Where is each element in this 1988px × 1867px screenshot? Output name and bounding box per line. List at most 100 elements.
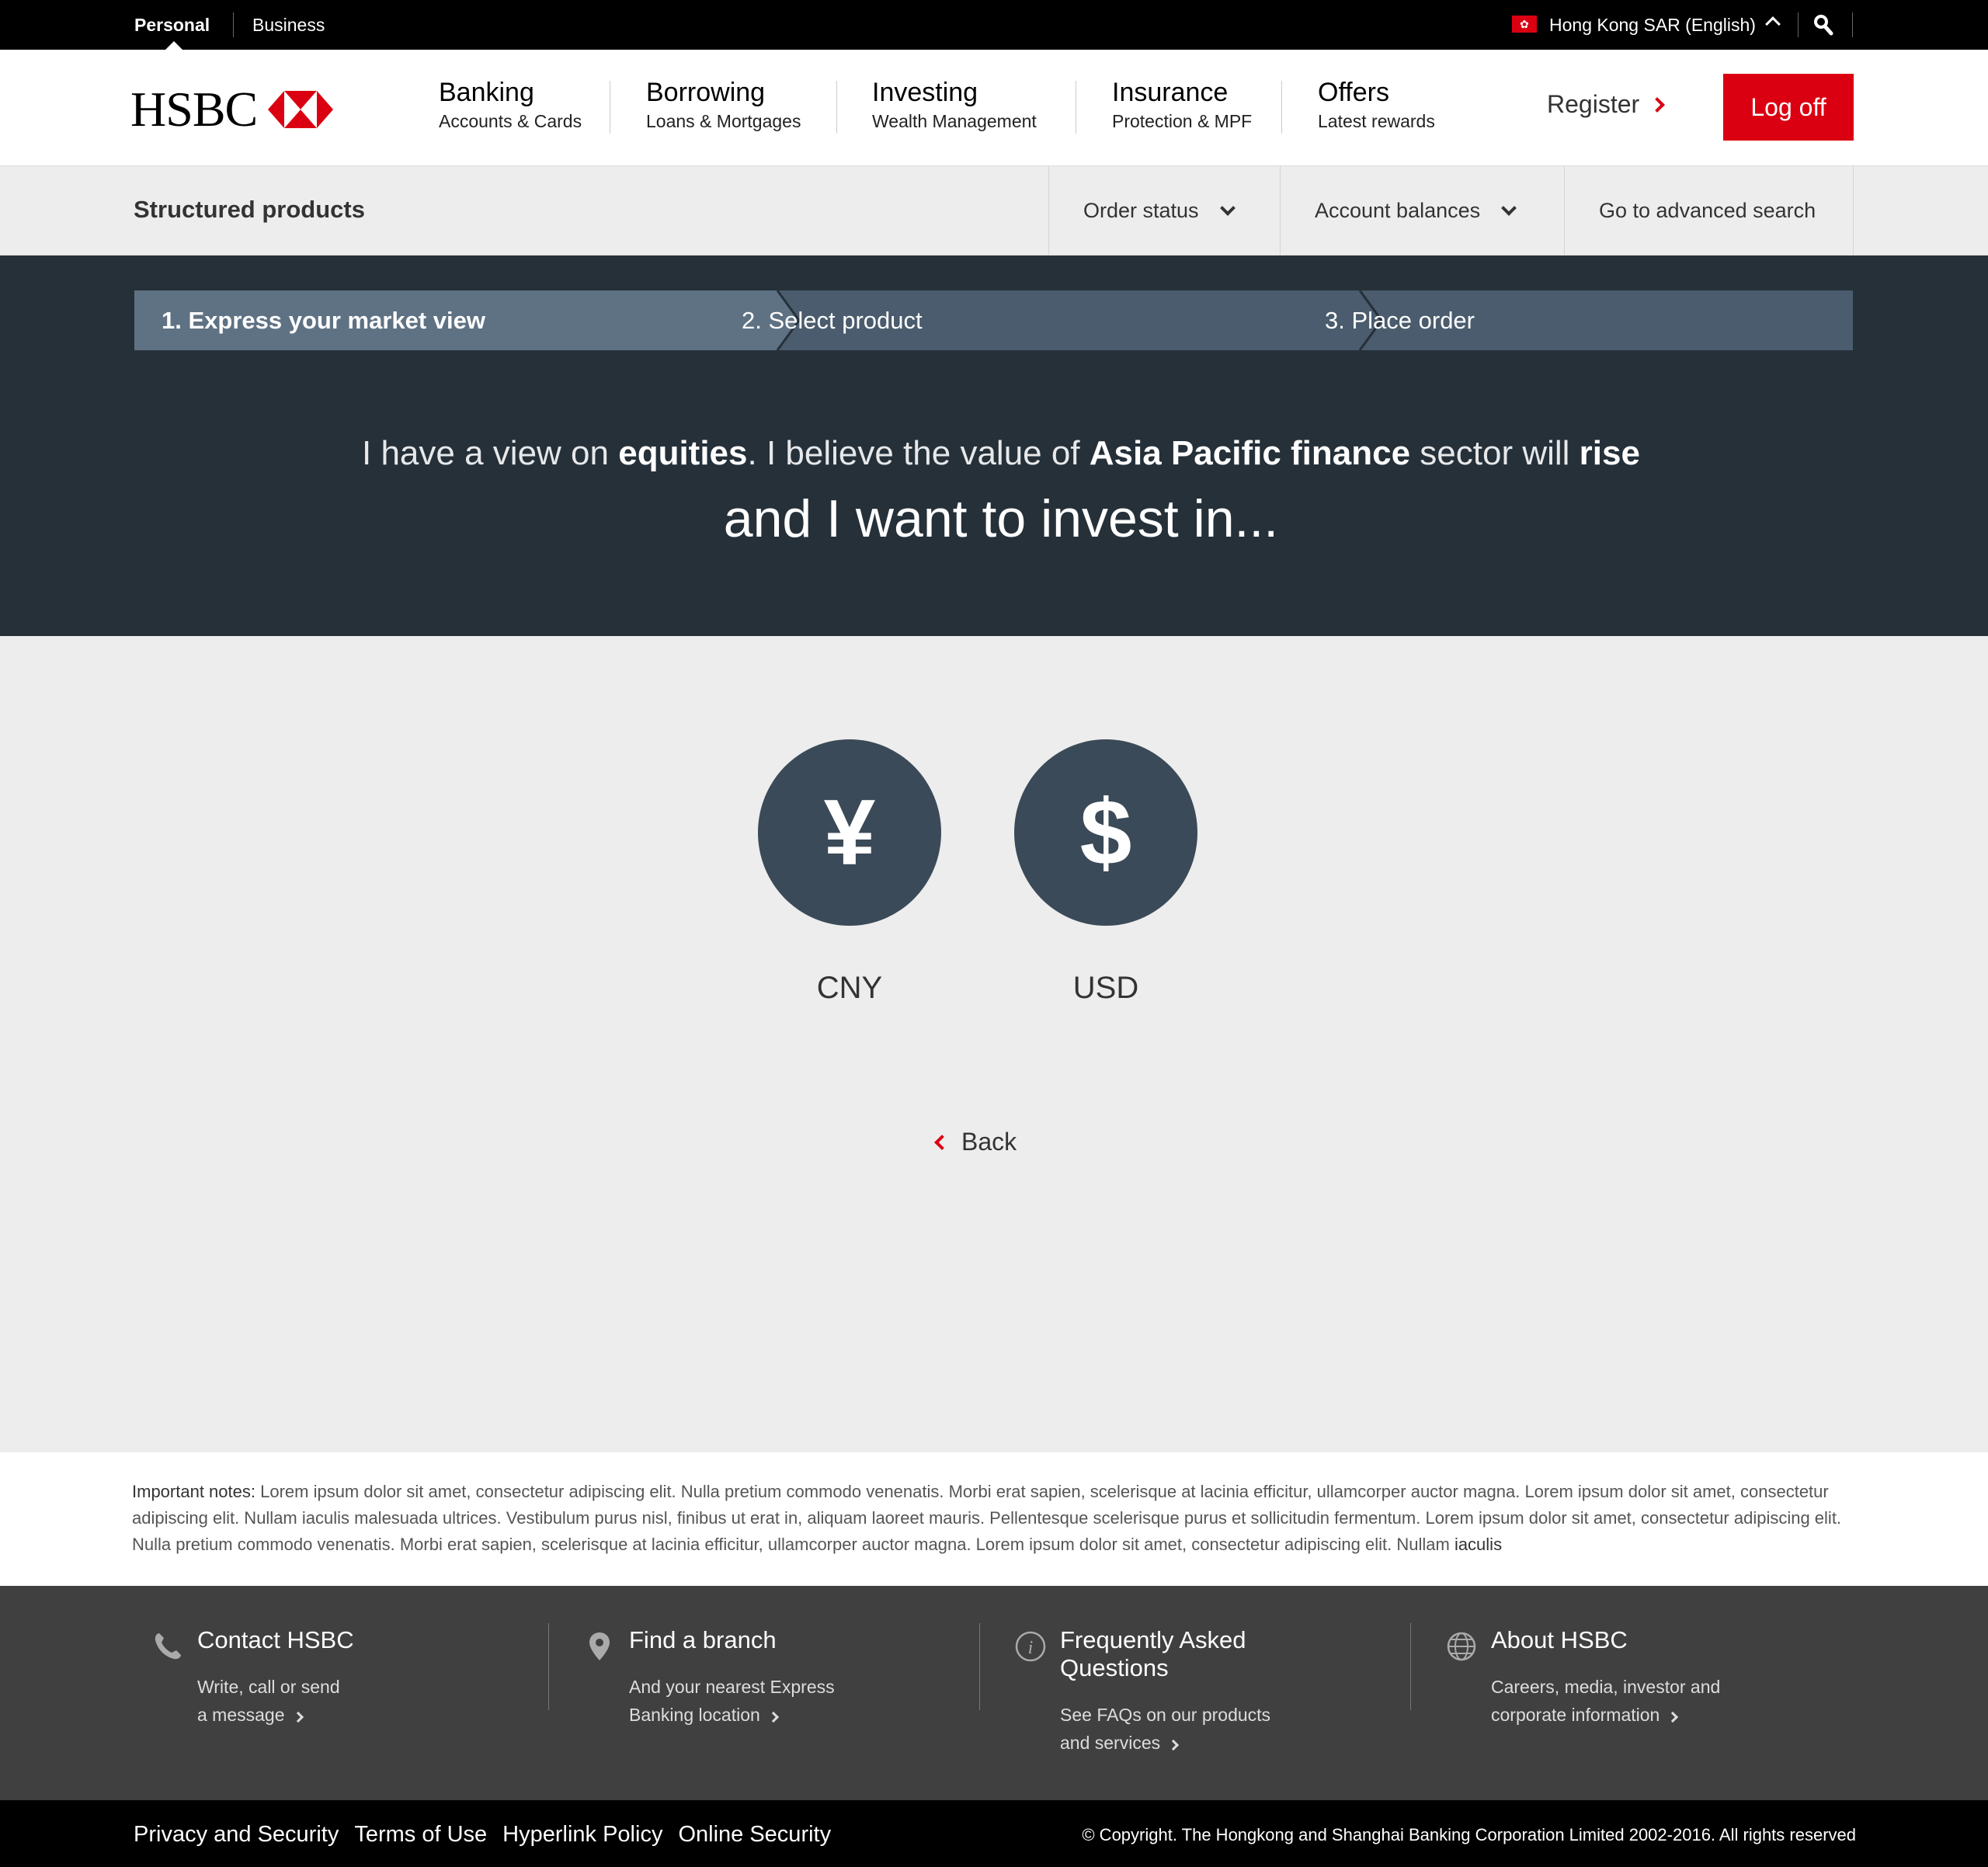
- progress-steps: 1. Express your market view 2. Select pr…: [134, 290, 1853, 350]
- notes-text-tail: iaculis: [1454, 1535, 1503, 1554]
- account-balances-label: Account balances: [1315, 199, 1481, 222]
- logo-wordmark: HSBC: [130, 82, 258, 137]
- divider: [1410, 1623, 1411, 1710]
- info-icon: i: [1015, 1631, 1046, 1662]
- divider: [233, 12, 234, 37]
- copyright: © Copyright. The Hongkong and Shanghai B…: [1082, 1825, 1856, 1844]
- footer-desc-link: Banking location: [629, 1701, 909, 1729]
- usd-option-button[interactable]: $: [1014, 739, 1197, 926]
- footer-desc: Write, call or send: [197, 1677, 340, 1697]
- nav-subtitle: Latest rewards: [1318, 111, 1435, 131]
- nav-subtitle: Wealth Management: [872, 111, 1037, 131]
- direction-value[interactable]: rise: [1580, 434, 1640, 472]
- back-label: Back: [961, 1128, 1017, 1156]
- search-icon[interactable]: [1813, 14, 1833, 36]
- nav-investing[interactable]: Investing Wealth Management: [872, 78, 1037, 132]
- nav-subtitle: Protection & MPF: [1112, 111, 1253, 131]
- dollar-icon: $: [1079, 781, 1132, 885]
- nav-title: Banking: [439, 78, 534, 107]
- divider: [1853, 166, 1854, 256]
- legal-links: Privacy and Security Terms of Use Hyperl…: [134, 1822, 846, 1848]
- notes-label: Important notes:: [132, 1482, 255, 1501]
- chevron-right-icon: [767, 1711, 779, 1723]
- market-view-hero: 1. Express your market view 2. Select pr…: [0, 256, 1988, 636]
- order-status-dropdown[interactable]: Order status: [1048, 166, 1280, 256]
- chevron-right-icon: [292, 1711, 304, 1723]
- hyperlink-policy-link[interactable]: Hyperlink Policy: [502, 1822, 662, 1848]
- nav-offers[interactable]: Offers Latest rewards: [1318, 78, 1435, 132]
- section-subnav: Structured products Order status Account…: [0, 166, 1988, 256]
- nav-title: Borrowing: [646, 78, 766, 107]
- nav-title: Insurance: [1112, 78, 1229, 107]
- footer-desc-text: corporate information: [1491, 1705, 1660, 1725]
- step-express-market-view[interactable]: 1. Express your market view: [162, 290, 485, 350]
- nav-title: Offers: [1318, 78, 1389, 107]
- chevron-up-icon[interactable]: [1765, 16, 1781, 32]
- region-selector[interactable]: Hong Kong SAR (English): [1549, 0, 1756, 50]
- step-select-product[interactable]: 2. Select product: [742, 290, 923, 350]
- footer: Contact HSBC Write, call or send a messa…: [0, 1586, 1988, 1800]
- footer-desc-link: a message: [197, 1701, 477, 1729]
- footer-desc-text: a message: [197, 1705, 285, 1725]
- asset-class-value[interactable]: equities: [618, 434, 747, 472]
- sentence-text: . I believe the value of: [747, 434, 1090, 472]
- step-place-order[interactable]: 3. Place order: [1325, 290, 1475, 350]
- invest-prompt: and I want to invest in...: [723, 489, 1279, 548]
- terms-of-use-link[interactable]: Terms of Use: [354, 1822, 487, 1848]
- active-tab-indicator: [165, 41, 182, 50]
- hsbc-logo[interactable]: HSBC: [130, 81, 334, 138]
- usd-label[interactable]: USD: [1014, 971, 1197, 1006]
- svg-text:i: i: [1028, 1638, 1034, 1658]
- chevron-right-icon: [1667, 1711, 1679, 1723]
- footer-desc-link: and services: [1060, 1729, 1340, 1757]
- back-link[interactable]: Back: [934, 1128, 1017, 1156]
- account-balances-dropdown[interactable]: Account balances: [1280, 166, 1564, 256]
- advanced-search-link[interactable]: Go to advanced search: [1564, 166, 1853, 256]
- footer-title: Frequently Asked Questions: [1060, 1626, 1246, 1681]
- advanced-search-label: Go to advanced search: [1599, 199, 1816, 222]
- cny-option-button[interactable]: ¥: [758, 739, 941, 926]
- sentence-text: I have a view on: [362, 434, 619, 472]
- top-utility-bar: Personal Business ✿ Hong Kong SAR (Engli…: [0, 0, 1988, 50]
- divider: [836, 81, 837, 134]
- sector-value[interactable]: Asia Pacific finance: [1090, 434, 1410, 472]
- important-notes: Important notes: Lorem ipsum dolor sit a…: [0, 1452, 1988, 1586]
- register-label: Register: [1547, 90, 1640, 118]
- divider: [1798, 12, 1799, 37]
- divider: [1852, 12, 1853, 37]
- chevron-left-icon: [934, 1134, 950, 1150]
- phone-icon: [155, 1633, 181, 1660]
- main-header: HSBC Banking Accounts & Cards Borrowing …: [0, 50, 1988, 166]
- privacy-security-link[interactable]: Privacy and Security: [134, 1822, 339, 1848]
- footer-desc: See FAQs on our products: [1060, 1705, 1271, 1725]
- chevron-down-icon: [1219, 200, 1236, 216]
- section-title: Structured products: [134, 196, 365, 223]
- yen-icon: ¥: [823, 781, 876, 885]
- footer-title: Contact HSBC: [197, 1626, 354, 1653]
- divider: [1281, 81, 1282, 134]
- footer-bottom-bar: Privacy and Security Terms of Use Hyperl…: [0, 1800, 1988, 1867]
- divider: [979, 1623, 980, 1710]
- hong-kong-flag-icon: ✿: [1512, 16, 1537, 33]
- chevron-right-icon: [1649, 96, 1666, 113]
- divider: [548, 1623, 549, 1710]
- nav-borrowing[interactable]: Borrowing Loans & Mortgages: [646, 78, 801, 132]
- nav-subtitle: Accounts & Cards: [439, 111, 582, 131]
- chevron-down-icon: [1501, 200, 1517, 216]
- order-status-label: Order status: [1083, 199, 1199, 222]
- nav-title: Investing: [872, 78, 978, 107]
- globe-icon: [1447, 1632, 1476, 1661]
- nav-banking[interactable]: Banking Accounts & Cards: [439, 78, 582, 132]
- tab-business[interactable]: Business: [252, 0, 325, 50]
- log-off-button[interactable]: Log off: [1723, 74, 1854, 141]
- notes-text: Lorem ipsum dolor sit amet, consectetur …: [132, 1482, 1842, 1554]
- footer-title: Find a branch: [629, 1626, 777, 1653]
- register-link[interactable]: Register: [1547, 90, 1666, 119]
- sentence-text: sector will: [1410, 434, 1580, 472]
- chevron-right-icon: [1168, 1739, 1180, 1751]
- nav-subtitle: Loans & Mortgages: [646, 111, 801, 131]
- online-security-link[interactable]: Online Security: [678, 1822, 831, 1848]
- cny-label[interactable]: CNY: [758, 971, 941, 1006]
- nav-insurance[interactable]: Insurance Protection & MPF: [1112, 78, 1252, 132]
- footer-desc-text: Banking location: [629, 1705, 760, 1725]
